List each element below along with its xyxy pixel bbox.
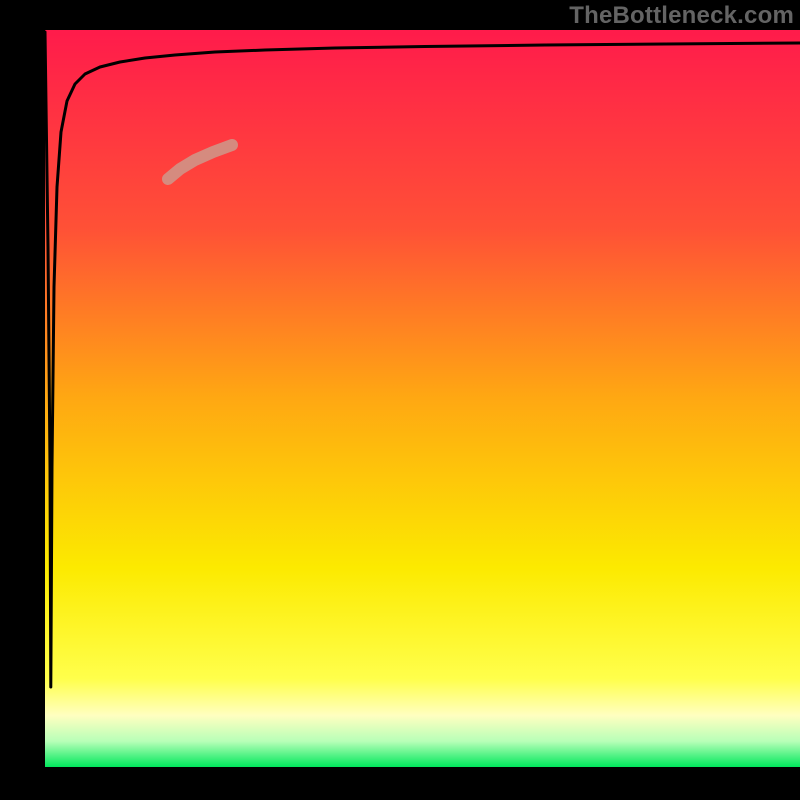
plot-svg — [45, 30, 800, 767]
plot-area — [45, 30, 800, 767]
chart-frame: TheBottleneck.com — [0, 0, 800, 800]
gradient-background — [45, 30, 800, 767]
watermark-text: TheBottleneck.com — [569, 2, 794, 30]
